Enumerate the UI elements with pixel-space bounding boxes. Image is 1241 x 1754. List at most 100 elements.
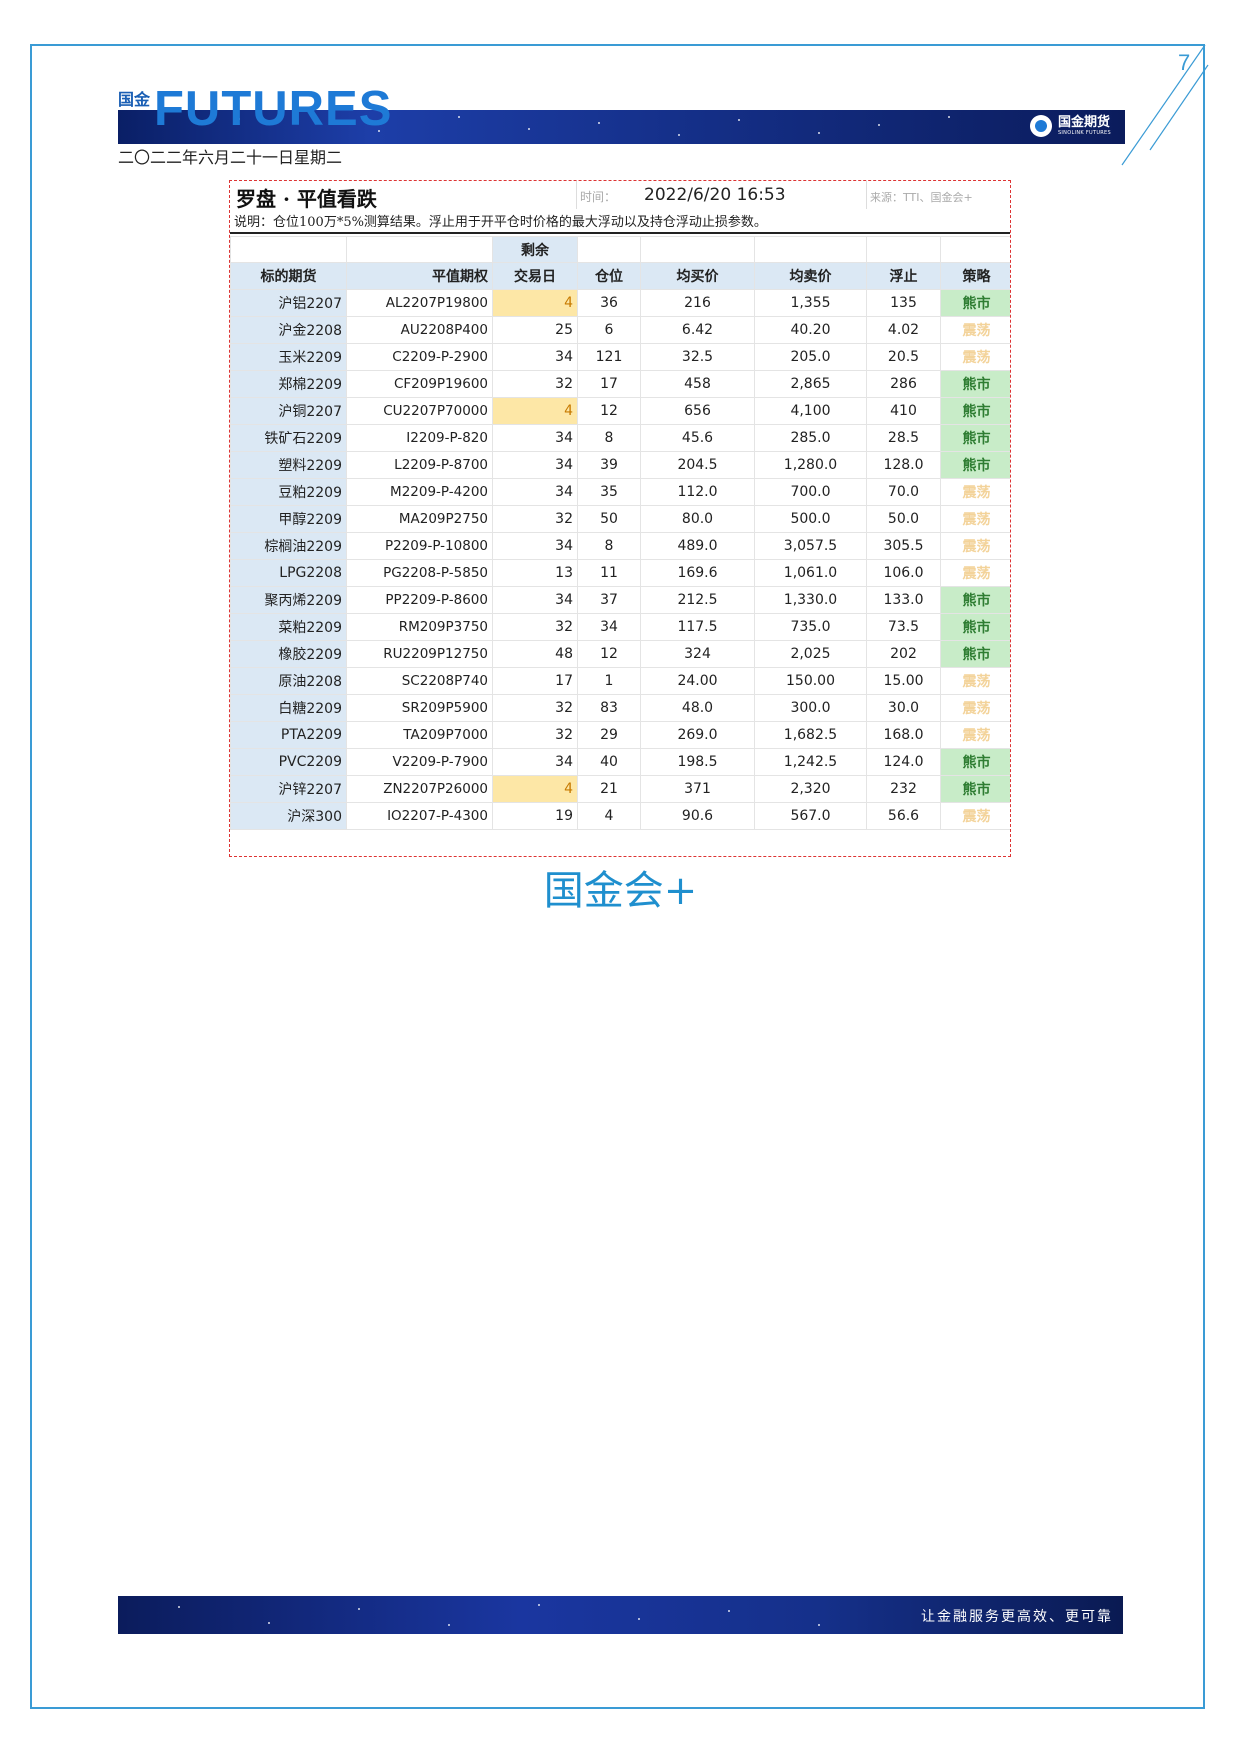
- cell-strategy: 震荡: [940, 694, 1010, 722]
- report-date: 二〇二二年六月二十一日星期二: [118, 148, 343, 167]
- data-table: 剩余 标的期货 平值期权 交易日 仓位 均买价 均卖价 浮止 策略 沪铝2207…: [230, 236, 1010, 830]
- cell-underlying: 沪金2208: [230, 316, 347, 344]
- cell-float-stop: 73.5: [866, 613, 941, 641]
- cell-avg-sell: 40.20: [754, 316, 867, 344]
- cell-strategy: 熊市: [940, 775, 1010, 803]
- cell-avg-buy: 458: [640, 370, 755, 398]
- cell-float-stop: 232: [866, 775, 941, 803]
- table-row: 沪锌2207 ZN2207P26000 4 21 371 2,320 232 熊市: [230, 775, 1010, 803]
- table-row: 沪铝2207 AL2207P19800 4 36 216 1,355 135 熊市: [230, 289, 1010, 317]
- cell-strategy: 震荡: [940, 316, 1010, 344]
- cell-avg-sell: 150.00: [754, 667, 867, 695]
- cell-option: ZN2207P26000: [346, 775, 493, 803]
- cell-underlying: 铁矿石2209: [230, 424, 347, 452]
- cell-position: 17: [577, 370, 641, 398]
- cell-strategy: 震荡: [940, 532, 1010, 560]
- cell-avg-sell: 1,280.0: [754, 451, 867, 479]
- cell-avg-buy: 212.5: [640, 586, 755, 614]
- table-row: 菜粕2209 RM209P3750 32 34 117.5 735.0 73.5 熊市: [230, 613, 1010, 641]
- cell-float-stop: 15.00: [866, 667, 941, 695]
- cell-strategy: 熊市: [940, 451, 1010, 479]
- cell-position: 4: [577, 802, 641, 830]
- cell-position: 12: [577, 640, 641, 668]
- cell-avg-buy: 48.0: [640, 694, 755, 722]
- cell-avg-sell: 1,355: [754, 289, 867, 317]
- table-row: LPG2208 PG2208-P-5850 13 11 169.6 1,061.0 106.…: [230, 559, 1010, 587]
- cell-underlying: 郑棉2209: [230, 370, 347, 398]
- cell-avg-buy: 80.0: [640, 505, 755, 533]
- table-row: 棕榈油2209 P2209-P-10800 34 8 489.0 3,057.5 305.5…: [230, 532, 1010, 560]
- cell-underlying: 塑料2209: [230, 451, 347, 479]
- table-row: PVC2209 V2209-P-7900 34 40 198.5 1,242.5 124.0…: [230, 748, 1010, 776]
- cell-avg-buy: 216: [640, 289, 755, 317]
- note-divider: [230, 232, 1010, 234]
- cell-underlying: PVC2209: [230, 748, 347, 776]
- cell-option: P2209-P-10800: [346, 532, 493, 560]
- cell-avg-buy: 324: [640, 640, 755, 668]
- table-title: 罗盘 · 平值看跌: [236, 187, 377, 211]
- cell-position: 21: [577, 775, 641, 803]
- cell-days: 17: [492, 667, 578, 695]
- cell-avg-sell: 1,682.5: [754, 721, 867, 749]
- table-row: 原油2208 SC2208P740 17 1 24.00 150.00 15.00 震荡: [230, 667, 1010, 695]
- cell-days: 32: [492, 694, 578, 722]
- header-float-stop: 浮止: [866, 262, 941, 290]
- cell-strategy: 熊市: [940, 370, 1010, 398]
- caption: 国金会+: [543, 868, 698, 914]
- cell-days: 48: [492, 640, 578, 668]
- cell-avg-buy: 24.00: [640, 667, 755, 695]
- cell-position: 36: [577, 289, 641, 317]
- cell-position: 37: [577, 586, 641, 614]
- cell-position: 83: [577, 694, 641, 722]
- header-position: 仓位: [577, 262, 641, 290]
- cell-option: SR209P5900: [346, 694, 493, 722]
- cell-underlying: PTA2209: [230, 721, 347, 749]
- cell-days: 34: [492, 748, 578, 776]
- cell-float-stop: 30.0: [866, 694, 941, 722]
- cell-days: 34: [492, 424, 578, 452]
- cell-underlying: 聚丙烯2209: [230, 586, 347, 614]
- cell-days: 13: [492, 559, 578, 587]
- footer-band: 让金融服务更高效、更可靠: [118, 1596, 1123, 1634]
- cell-float-stop: 168.0: [866, 721, 941, 749]
- cell-underlying: 沪铝2207: [230, 289, 347, 317]
- cell-float-stop: 20.5: [866, 343, 941, 371]
- table-note: 说明：仓位100万*5%测算结果。浮止用于开平仓时价格的最大浮动以及持仓浮动止损…: [234, 215, 767, 230]
- cell-option: AU2208P400: [346, 316, 493, 344]
- corner-decoration: [1121, 44, 1209, 166]
- time-value: 2022/6/20 16:53: [644, 185, 786, 205]
- cell-strategy: 震荡: [940, 559, 1010, 587]
- cell-avg-sell: 567.0: [754, 802, 867, 830]
- cell-avg-buy: 45.6: [640, 424, 755, 452]
- source-label: 来源：TTI、国金会+: [870, 191, 973, 204]
- cell-days: 4: [492, 775, 578, 803]
- cell-days: 34: [492, 586, 578, 614]
- cell-avg-buy: 269.0: [640, 721, 755, 749]
- table-row: 聚丙烯2209 PP2209-P-8600 34 37 212.5 1,330.0 133.…: [230, 586, 1010, 614]
- cell-position: 34: [577, 613, 641, 641]
- header-strategy: 策略: [940, 262, 1010, 290]
- cell-underlying: 菜粕2209: [230, 613, 347, 641]
- cell-option: M2209-P-4200: [346, 478, 493, 506]
- cell-underlying: 橡胶2209: [230, 640, 347, 668]
- cell-option: L2209-P-8700: [346, 451, 493, 479]
- cell-position: 121: [577, 343, 641, 371]
- table-row: 塑料2209 L2209-P-8700 34 39 204.5 1,280.0 128.0 熊…: [230, 451, 1010, 479]
- cell-position: 50: [577, 505, 641, 533]
- cell-option: CF209P19600: [346, 370, 493, 398]
- header-row-top: 剩余: [230, 236, 1010, 263]
- cell-avg-buy: 32.5: [640, 343, 755, 371]
- time-label: 时间：: [580, 190, 617, 204]
- cell-avg-sell: 735.0: [754, 613, 867, 641]
- cell-float-stop: 124.0: [866, 748, 941, 776]
- cell-days: 4: [492, 289, 578, 317]
- cell-strategy: 熊市: [940, 613, 1010, 641]
- cell-strategy: 熊市: [940, 289, 1010, 317]
- cell-option: I2209-P-820: [346, 424, 493, 452]
- cell-option: IO2207-P-4300: [346, 802, 493, 830]
- cell-strategy: 熊市: [940, 586, 1010, 614]
- cell-float-stop: 135: [866, 289, 941, 317]
- cell-position: 8: [577, 424, 641, 452]
- cell-avg-buy: 371: [640, 775, 755, 803]
- cell-underlying: LPG2208: [230, 559, 347, 587]
